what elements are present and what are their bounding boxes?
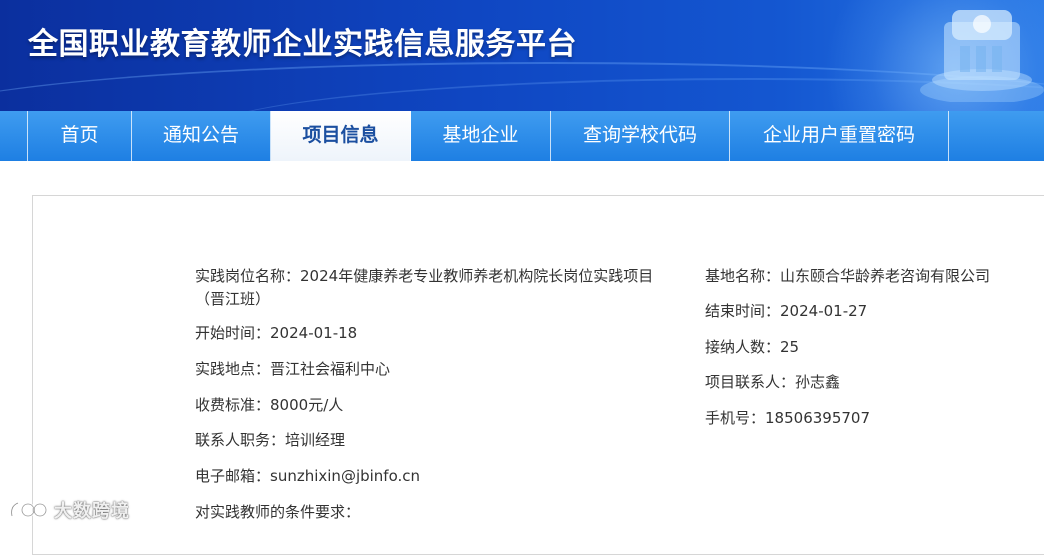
watermark: 大数跨境 [8, 496, 130, 524]
nav-spacer [0, 111, 28, 161]
nav-notices[interactable]: 通知公告 [132, 111, 271, 161]
field-fee: 收费标准：8000元/人 [195, 394, 343, 417]
field-project-contact: 项目联系人：孙志鑫 [705, 371, 840, 394]
project-detail-panel [32, 195, 1044, 555]
field-start-time: 开始时间：2024-01-18 [195, 322, 357, 345]
main-nav: 首页 通知公告 项目信息 基地企业 查询学校代码 企业用户重置密码 [0, 111, 1044, 161]
field-capacity: 接纳人数：25 [705, 336, 799, 359]
building-illustration-icon [920, 10, 1044, 102]
watermark-logo-icon [10, 501, 48, 518]
field-location: 实践地点：晋江社会福利中心 [195, 358, 390, 381]
capacity-label: 接纳人数： [705, 338, 781, 356]
phone-value: 18506395707 [765, 409, 870, 427]
start-time-value: 2024-01-18 [270, 324, 358, 342]
end-time-label: 结束时间： [705, 302, 781, 320]
field-end-time: 结束时间：2024-01-27 [705, 300, 867, 323]
end-time-value: 2024-01-27 [780, 302, 868, 320]
fee-label: 收费标准： [195, 396, 271, 414]
base-name-label: 基地名称： [705, 267, 781, 285]
field-phone: 手机号：18506395707 [705, 407, 870, 430]
email-label: 电子邮箱： [195, 467, 271, 485]
nav-base-enterprises[interactable]: 基地企业 [411, 111, 551, 161]
project-contact-label: 项目联系人： [705, 373, 796, 391]
phone-label: 手机号： [705, 409, 766, 427]
capacity-value: 25 [780, 338, 800, 356]
site-banner: 全国职业教育教师企业实践信息服务平台 [0, 0, 1044, 111]
field-base-name: 基地名称：山东颐合华龄养老咨询有限公司 [705, 265, 990, 288]
nav-reset-password[interactable]: 企业用户重置密码 [730, 111, 949, 161]
requirements-label: 对实践教师的条件要求： [195, 503, 361, 521]
base-name-value: 山东颐合华龄养老咨询有限公司 [780, 267, 991, 285]
contact-role-value: 培训经理 [285, 431, 346, 449]
nav-home[interactable]: 首页 [28, 111, 132, 161]
project-contact-value: 孙志鑫 [795, 373, 841, 391]
field-contact-role: 联系人职务：培训经理 [195, 429, 345, 452]
location-label: 实践地点： [195, 360, 271, 378]
fee-value: 8000元/人 [270, 396, 344, 414]
position-name-label: 实践岗位名称： [195, 267, 301, 285]
nav-project-info[interactable]: 项目信息 [271, 111, 411, 161]
site-title: 全国职业教育教师企业实践信息服务平台 [28, 27, 577, 62]
field-email: 电子邮箱：sunzhixin@jbinfo.cn [195, 465, 420, 488]
contact-role-label: 联系人职务： [195, 431, 286, 449]
nav-school-code-lookup[interactable]: 查询学校代码 [551, 111, 730, 161]
field-position-name: 实践岗位名称：2024年健康养老专业教师养老机构院长岗位实践项目（晋江班） [195, 265, 655, 311]
watermark-text: 大数跨境 [54, 501, 130, 522]
field-requirements: 对实践教师的条件要求： [195, 501, 360, 524]
email-value: sunzhixin@jbinfo.cn [270, 467, 421, 485]
start-time-label: 开始时间： [195, 324, 271, 342]
location-value: 晋江社会福利中心 [270, 360, 391, 378]
